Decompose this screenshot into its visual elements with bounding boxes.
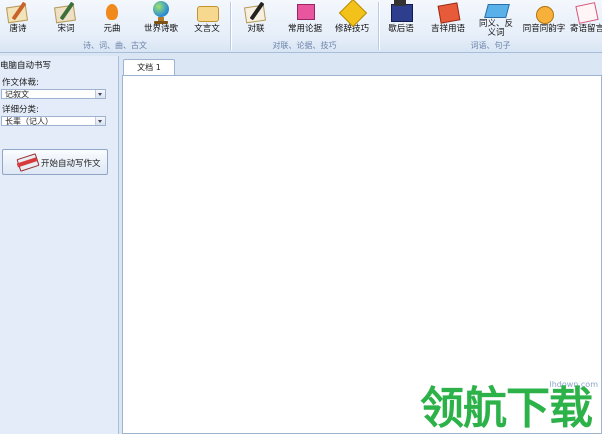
couplet-icon [243,0,269,24]
tool-label: 世界诗歌 [143,24,178,34]
tool-label: 对联 [247,24,265,34]
tool-classical-chinese[interactable]: 文言文 [189,0,225,40]
subtype-select[interactable]: 长辈（记人） [1,116,106,126]
tang-poetry-icon [5,0,31,24]
subtype-value: 长辈（记人） [5,117,53,126]
tool-common-arguments[interactable]: 常用论据 [285,0,325,40]
tool-label: 同音同韵字 [522,24,566,34]
xiehouyu-icon [388,0,414,24]
tool-auspicious-phrases[interactable]: 吉祥用语 [428,0,468,40]
tool-label: 唐诗 [9,24,27,34]
genre-select[interactable]: 记叙文 [1,89,106,99]
tool-label: 宋词 [57,24,75,34]
pencil-notebook-icon [16,153,40,172]
song-ci-icon [53,0,79,24]
tool-synonym-antonym[interactable]: 同义、反义词 [474,0,518,40]
tool-label: 歇后语 [388,24,414,34]
tool-label: 文言文 [194,24,220,34]
tool-tang-poetry[interactable]: 唐诗 [0,0,36,40]
subtype-label: 详细分类: [2,105,39,115]
watermark: lhdown.com 领航下载 [420,380,602,434]
tool-label: 吉祥用语 [430,24,465,34]
watermark-text: 领航下载 [420,383,593,434]
tool-world-poetry[interactable]: 世界诗歌 [140,0,182,40]
group-label-poetry: 诗、词、曲、古文 [83,41,147,50]
yuan-qu-icon [99,0,125,24]
tool-label: 寄语留言 [570,24,602,34]
auspicious-phrases-icon [435,0,461,24]
chevron-down-icon[interactable] [95,117,105,125]
group-label-phrases: 词语、句子 [470,41,511,50]
tool-xiehouyu[interactable]: 歇后语 [383,0,419,40]
tool-label: 常用论据 [287,24,322,34]
synonym-antonym-icon [483,0,510,20]
tool-message[interactable]: 寄语留言 [570,0,602,40]
common-arguments-icon [292,0,318,24]
auto-write-panel: 电脑自动书写 作文体裁: 记叙文 详细分类: 长辈（记人） 开始自动写作文 [0,56,119,434]
start-button-label: 开始自动写作文 [41,159,101,169]
homophone-icon [531,0,557,24]
tool-label: 元曲 [103,24,121,34]
genre-value: 记叙文 [5,90,29,99]
message-icon [573,0,599,24]
world-poetry-icon [148,0,174,24]
group-label-couplets: 对联、论据、技巧 [272,41,337,50]
tool-label: 同义、反义词 [479,19,514,38]
start-auto-write-button[interactable]: 开始自动写作文 [2,149,108,175]
tool-song-ci[interactable]: 宋词 [48,0,84,40]
tool-homophone[interactable]: 同音同韵字 [522,0,566,40]
tool-couplet[interactable]: 对联 [238,0,274,40]
genre-label: 作文体裁: [2,78,39,88]
document-tabbar: 文档 1 [120,56,602,77]
tool-rhetoric[interactable]: 修辞技巧 [332,0,372,40]
chevron-down-icon[interactable] [95,90,105,98]
ribbon-toolbar: 唐诗 宋词 元曲 世界诗歌 文言文 对联 常用论据 修辞技巧 歇后语 吉祥用语 [0,0,602,53]
tool-yuan-qu[interactable]: 元曲 [94,0,130,40]
classical-chinese-icon [194,0,220,24]
panel-title: 电脑自动书写 [0,61,52,71]
rhetoric-icon [338,0,368,28]
